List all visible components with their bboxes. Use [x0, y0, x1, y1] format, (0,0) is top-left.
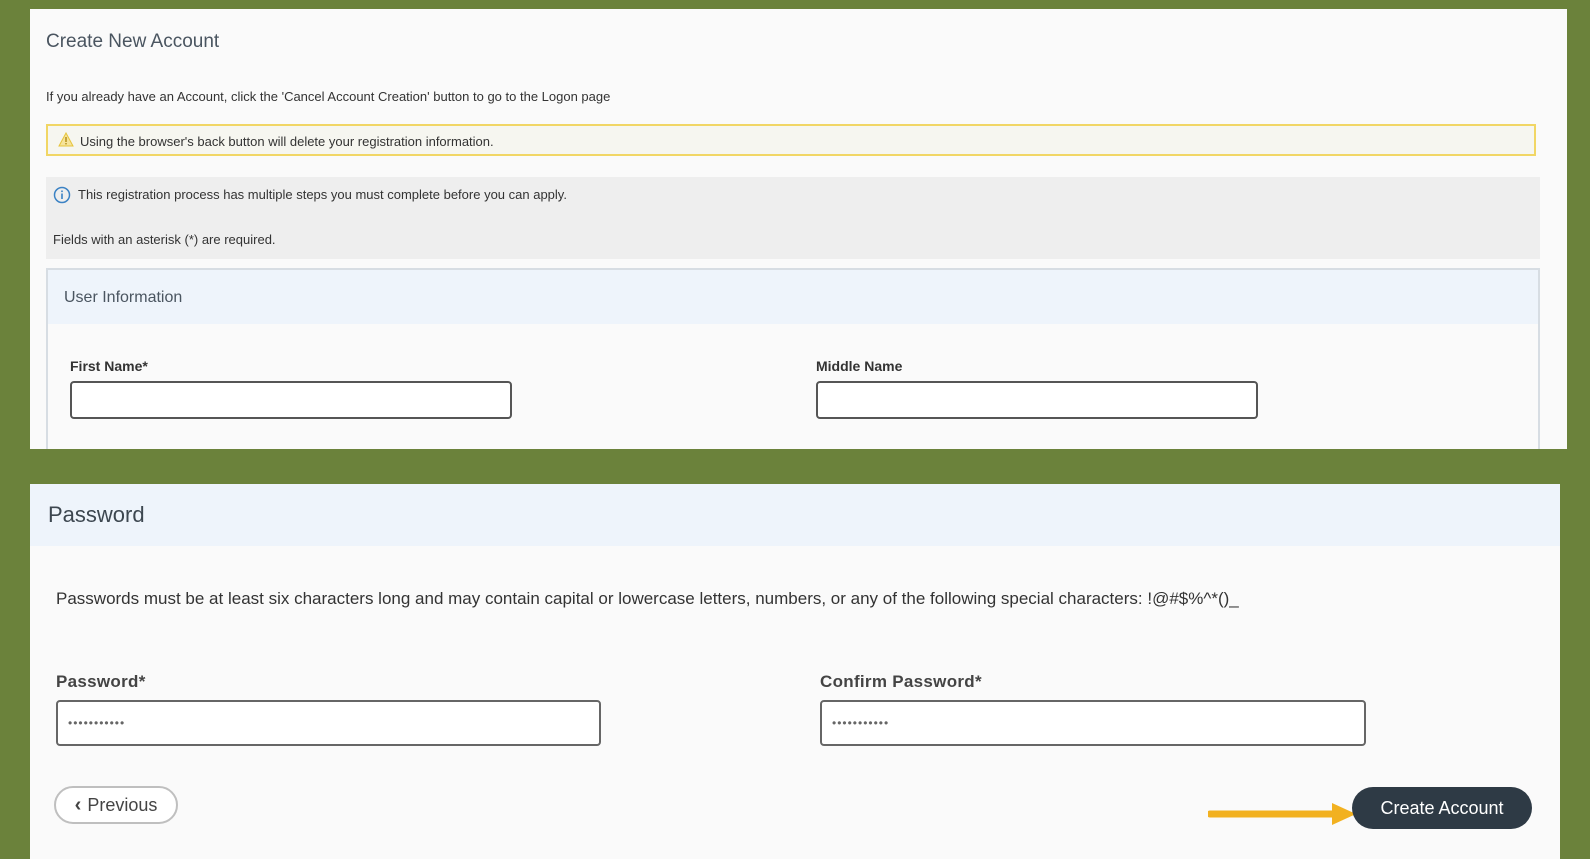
chevron-left-icon: ‹ [74, 794, 82, 816]
intro-text: If you already have an Account, click th… [46, 89, 611, 104]
arrow-right-icon [1208, 803, 1356, 825]
middle-name-input[interactable] [816, 381, 1258, 419]
required-fields-note: Fields with an asterisk (*) are required… [53, 232, 276, 247]
section-title: User Information [64, 289, 183, 306]
confirm-password-label: Confirm Password* [820, 672, 982, 691]
create-account-button[interactable]: Create Account [1352, 787, 1532, 829]
previous-button[interactable]: ‹ Previous [54, 786, 178, 824]
page-title: Create New Account [46, 31, 220, 52]
info-alert: This registration process has multiple s… [46, 177, 1540, 259]
password-label: Password* [56, 672, 146, 691]
password-panel: Password Passwords must be at least six … [30, 484, 1560, 859]
password-section-header: Password [30, 484, 1560, 546]
password-rules-text: Passwords must be at least six character… [56, 589, 1239, 608]
warning-text: Using the browser's back button will del… [80, 134, 494, 149]
confirm-password-input[interactable] [820, 700, 1366, 746]
password-section-title: Password [48, 502, 145, 527]
first-name-label: First Name* [70, 358, 148, 374]
info-text: This registration process has multiple s… [78, 187, 567, 202]
password-input[interactable] [56, 700, 601, 746]
section-header: User Information [48, 270, 1538, 324]
user-information-section: User Information First Name* Middle Name [46, 268, 1540, 449]
first-name-input[interactable] [70, 381, 512, 419]
warning-alert: Using the browser's back button will del… [46, 124, 1536, 156]
registration-panel: Create New Account If you already have a… [30, 9, 1567, 449]
warning-icon [58, 132, 74, 147]
previous-button-label: Previous [87, 794, 158, 815]
middle-name-label: Middle Name [816, 358, 903, 374]
info-icon [53, 186, 71, 204]
